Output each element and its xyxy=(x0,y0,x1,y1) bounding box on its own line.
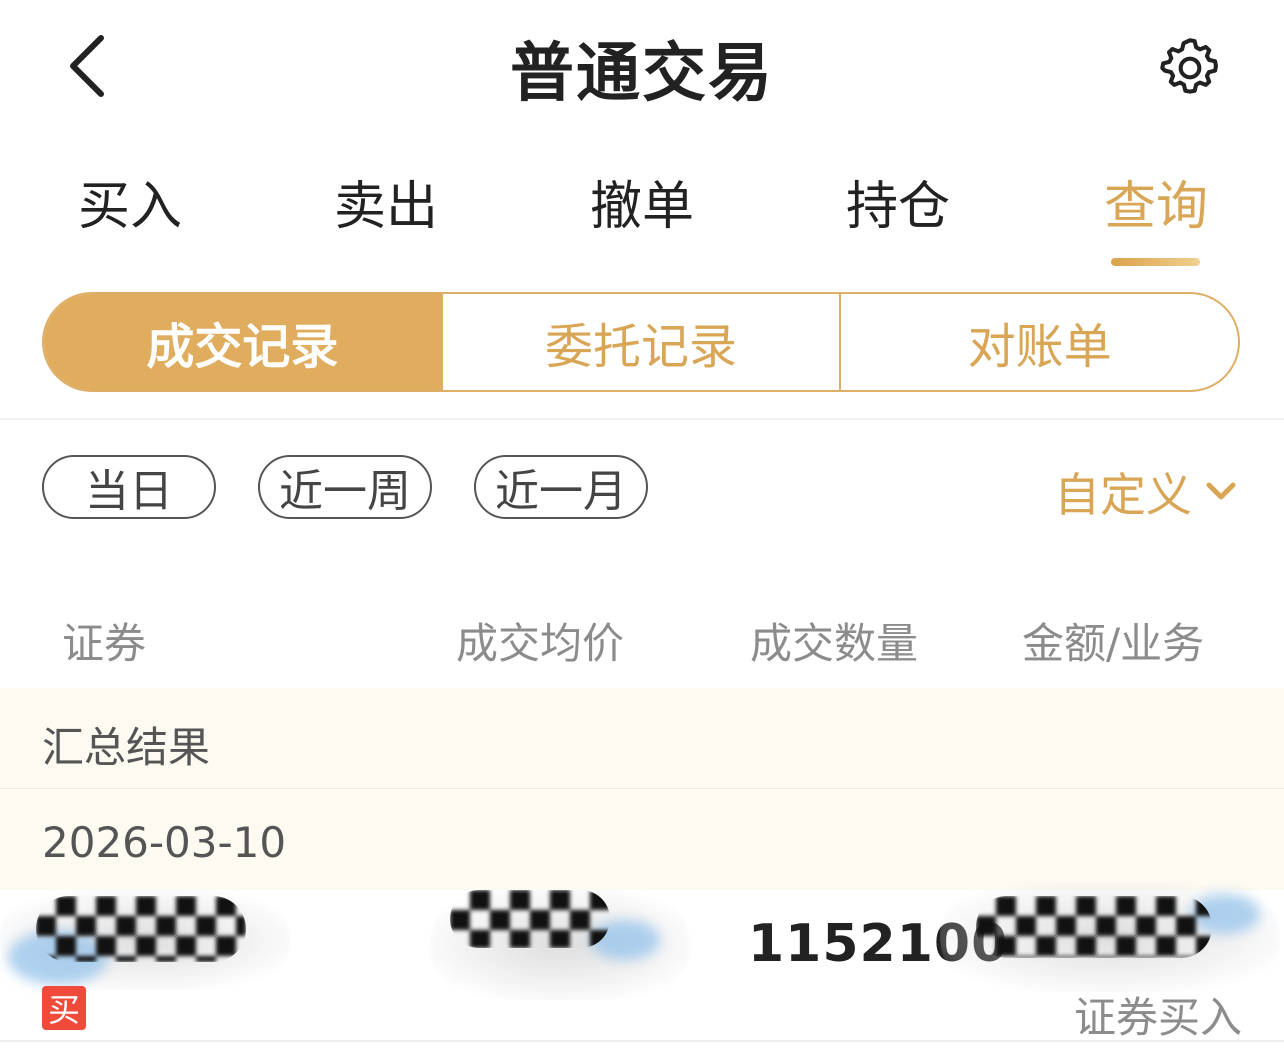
segment-order-records[interactable]: 委托记录 xyxy=(440,294,840,390)
filter-month[interactable]: 近一月 xyxy=(474,455,648,519)
settings-button[interactable] xyxy=(1150,28,1230,108)
record-type-segment: 成交记录 委托记录 对账单 xyxy=(42,292,1240,392)
table-row[interactable]: 1152100 买 证券买入 xyxy=(0,882,1284,1042)
active-tab-indicator xyxy=(1111,258,1200,266)
row-divider xyxy=(0,1040,1284,1042)
tab-cancel[interactable]: 撤单 xyxy=(590,164,694,239)
column-quantity: 成交数量 xyxy=(750,619,919,668)
nav-header: 普通交易 xyxy=(0,0,1284,130)
chevron-down-icon xyxy=(1206,482,1236,500)
date-label: 2026-03-10 xyxy=(42,818,287,867)
summary-label: 汇总结果 xyxy=(42,723,211,772)
page-title: 普通交易 xyxy=(510,37,774,111)
filter-custom-label: 自定义 xyxy=(1054,468,1192,522)
date-group-row: 2026-03-10 xyxy=(0,790,1284,890)
business-type: 证券买入 xyxy=(1074,993,1243,1042)
column-avg-price: 成交均价 xyxy=(456,619,625,668)
tab-position[interactable]: 持仓 xyxy=(846,164,950,239)
filter-today[interactable]: 当日 xyxy=(42,455,216,519)
tab-sell[interactable]: 卖出 xyxy=(334,164,438,239)
column-amount-business: 金额/业务 xyxy=(1022,619,1205,668)
segment-statement[interactable]: 对账单 xyxy=(839,294,1238,390)
filter-week[interactable]: 近一周 xyxy=(258,455,432,519)
trade-tabs: 买入 卖出 撤单 持仓 查询 xyxy=(0,150,1284,270)
summary-row: 汇总结果 xyxy=(0,688,1284,789)
gear-icon xyxy=(1160,38,1218,94)
redacted-amount xyxy=(976,896,1212,958)
redacted-avg-price xyxy=(450,890,610,948)
tab-buy[interactable]: 买入 xyxy=(78,164,182,239)
redacted-security xyxy=(36,896,246,962)
column-security: 证券 xyxy=(62,619,147,668)
buy-badge: 买 xyxy=(42,986,86,1030)
segment-deal-records[interactable]: 成交记录 xyxy=(44,294,441,390)
filter-custom[interactable]: 自定义 xyxy=(1054,462,1236,522)
section-divider xyxy=(0,418,1284,420)
tab-query[interactable]: 查询 xyxy=(1104,164,1208,239)
